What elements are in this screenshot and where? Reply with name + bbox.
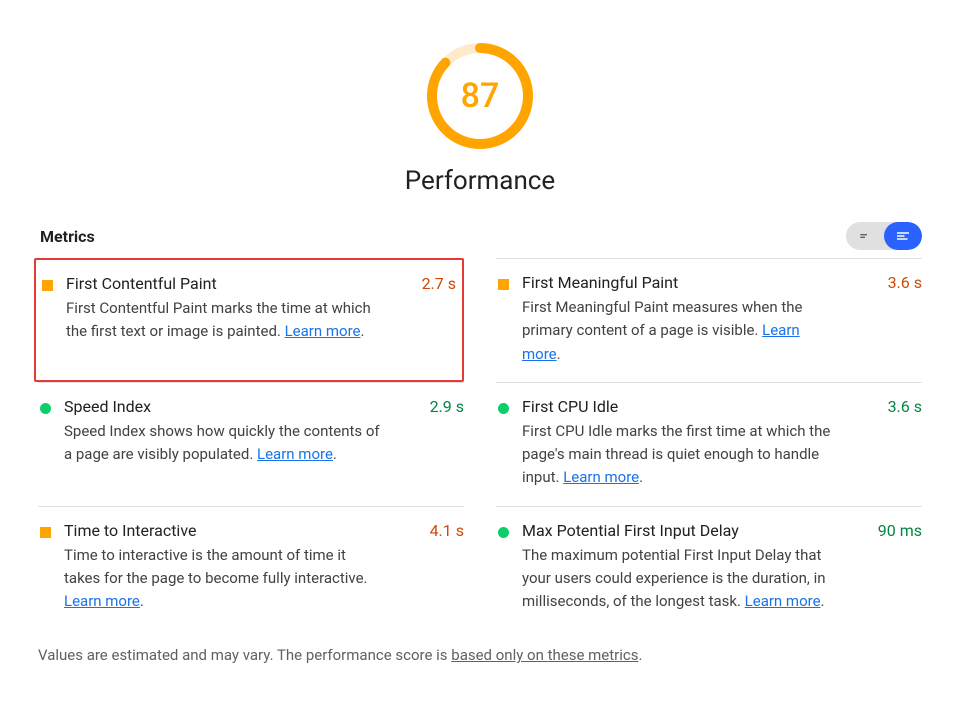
metric-value: 2.9 s <box>430 397 464 416</box>
metric-title: First Contentful Paint <box>66 274 217 293</box>
status-dot-average <box>40 527 51 538</box>
status-dot-average <box>498 279 509 290</box>
metric-description: The maximum potential First Input Delay … <box>522 544 922 614</box>
metric-card: Time to Interactive 4.1 s Time to interact… <box>38 506 464 630</box>
metric-title: Time to Interactive <box>64 521 196 540</box>
status-dot-average <box>42 280 53 291</box>
metric-card: First CPU Idle 3.6 s First CPU Idle marks … <box>496 382 922 506</box>
toggle-collapsed-icon[interactable] <box>846 222 884 250</box>
learn-more-link[interactable]: Learn more <box>563 468 639 486</box>
footnote-link[interactable]: based only on these metrics <box>451 646 638 664</box>
status-dot-good <box>498 527 509 538</box>
toggle-expanded-icon[interactable] <box>884 222 922 250</box>
status-dot-good <box>498 403 509 414</box>
learn-more-link[interactable]: Learn more <box>257 445 333 463</box>
metric-title: Speed Index <box>64 397 151 416</box>
metric-card: First Meaningful Paint 3.6 s First Meaning… <box>496 258 922 382</box>
metric-description: First Contentful Paint marks the time at… <box>66 297 456 344</box>
metric-value: 3.6 s <box>888 273 922 292</box>
metric-description: Speed Index shows how quickly the conten… <box>64 420 464 467</box>
metric-description: Time to interactive is the amount of tim… <box>64 544 464 614</box>
performance-gauge: 87 <box>424 40 536 152</box>
metric-title: First Meaningful Paint <box>522 273 678 292</box>
view-toggle[interactable] <box>846 222 922 250</box>
metric-description: First Meaningful Paint measures when the… <box>522 296 922 366</box>
gauge-label: Performance <box>405 166 555 196</box>
metric-value: 4.1 s <box>430 521 464 540</box>
learn-more-link[interactable]: Learn more <box>745 592 821 610</box>
learn-more-link[interactable]: Learn more <box>64 592 140 610</box>
metrics-footnote: Values are estimated and may vary. The p… <box>0 629 960 664</box>
metric-value: 3.6 s <box>888 397 922 416</box>
metrics-heading: Metrics <box>40 227 95 246</box>
metric-description: First CPU Idle marks the first time at w… <box>522 420 922 490</box>
status-dot-good <box>40 403 51 414</box>
performance-score: 87 <box>424 40 536 152</box>
learn-more-link[interactable]: Learn more <box>285 322 361 340</box>
metric-title: Max Potential First Input Delay <box>522 521 739 540</box>
metric-value: 90 ms <box>878 521 922 540</box>
metric-card: First Contentful Paint 2.7 s First Content… <box>34 258 464 382</box>
metric-title: First CPU Idle <box>522 397 618 416</box>
metric-card: Speed Index 2.9 s Speed Index shows how qu… <box>38 382 464 506</box>
metric-value: 2.7 s <box>422 274 456 293</box>
metric-card: Max Potential First Input Delay 90 ms The … <box>496 506 922 630</box>
